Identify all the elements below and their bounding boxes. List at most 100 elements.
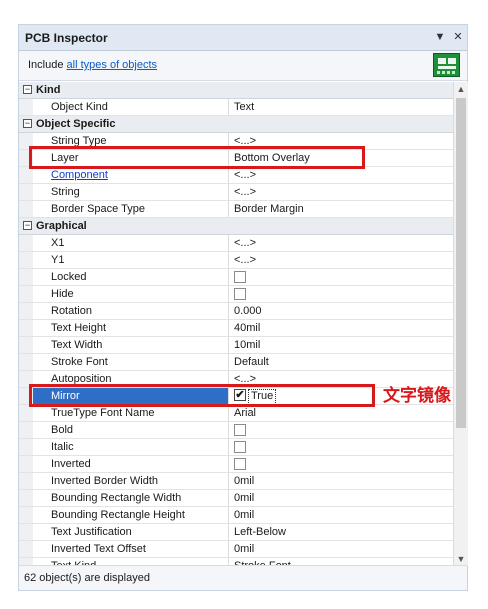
group-header[interactable]: − Object Specific [19, 116, 453, 133]
property-row[interactable]: Italic [19, 439, 453, 456]
property-checkbox[interactable] [234, 424, 246, 436]
property-value[interactable]: <...> [230, 167, 453, 183]
pin-dropdown-icon[interactable]: ▼ [433, 30, 447, 44]
property-row[interactable]: Inverted Text Offset 0mil [19, 541, 453, 558]
property-value[interactable]: 0mil [230, 541, 453, 557]
property-name: String Type [33, 133, 229, 149]
property-name: Hide [33, 286, 229, 302]
property-name: Bounding Rectangle Height [33, 507, 229, 523]
property-row[interactable]: String <...> [19, 184, 453, 201]
property-row[interactable]: Object Kind Text [19, 99, 453, 116]
property-name: Text Width [33, 337, 229, 353]
include-label: Include all types of objects [28, 59, 158, 71]
property-name: Bounding Rectangle Width [33, 490, 229, 506]
property-row[interactable]: Y1 <...> [19, 252, 453, 269]
row-gutter [19, 201, 33, 217]
row-gutter [19, 524, 33, 540]
close-icon[interactable]: ✕ [451, 30, 465, 44]
property-row[interactable]: Inverted Border Width 0mil [19, 473, 453, 490]
group-label: Kind [36, 84, 61, 96]
property-row[interactable]: Text Justification Left-Below [19, 524, 453, 541]
properties-grid: − Kind Object Kind Text − Object Specific Stri… [19, 82, 453, 566]
scroll-down-icon[interactable]: ▼ [454, 552, 468, 566]
row-gutter [19, 167, 33, 183]
property-name: Text Height [33, 320, 229, 336]
status-bar: 62 object(s) are displayed [19, 565, 467, 590]
property-row[interactable]: Text Width 10mil [19, 337, 453, 354]
property-value[interactable]: <...> [230, 235, 453, 251]
property-row[interactable]: TrueType Font Name Arial [19, 405, 453, 422]
row-gutter [19, 371, 33, 387]
property-row[interactable]: String Type <...> [19, 133, 453, 150]
row-gutter [19, 252, 33, 268]
property-row[interactable]: Stroke Font Default [19, 354, 453, 371]
property-checkbox[interactable] [234, 271, 246, 283]
property-row[interactable]: Locked [19, 269, 453, 286]
collapse-toggle-icon[interactable]: − [23, 221, 32, 230]
property-name: Y1 [33, 252, 229, 268]
property-value[interactable]: 0mil [230, 473, 453, 489]
property-row[interactable]: X1 <...> [19, 235, 453, 252]
property-name: Italic [33, 439, 229, 455]
pcb-board-icon[interactable] [433, 53, 460, 77]
vertical-scrollbar[interactable]: ▲ ▼ [453, 82, 468, 566]
property-row[interactable]: Text Height 40mil [19, 320, 453, 337]
scroll-thumb[interactable] [456, 98, 466, 428]
scroll-up-icon[interactable]: ▲ [454, 82, 468, 96]
mirror-checkbox[interactable]: ✔ [234, 389, 246, 401]
property-value[interactable]: Arial [230, 405, 453, 421]
all-types-link[interactable]: all types of objects [67, 59, 158, 71]
row-gutter [19, 184, 33, 200]
property-name: Inverted Text Offset [33, 541, 229, 557]
row-gutter [19, 235, 33, 251]
property-checkbox[interactable] [234, 441, 246, 453]
property-name: Autoposition [33, 371, 229, 387]
property-row[interactable]: Bold [19, 422, 453, 439]
property-value[interactable]: 0.000 [230, 303, 453, 319]
status-text: 62 object(s) are displayed [24, 572, 150, 584]
property-value[interactable]: 40mil [230, 320, 453, 336]
property-value[interactable]: <...> [230, 133, 453, 149]
collapse-toggle-icon[interactable]: − [23, 85, 32, 94]
property-value[interactable]: Border Margin [230, 201, 453, 217]
property-value[interactable]: 0mil [230, 507, 453, 523]
property-value[interactable]: Default [230, 354, 453, 370]
property-row[interactable]: Rotation 0.000 [19, 303, 453, 320]
property-row[interactable]: Bounding Rectangle Height 0mil [19, 507, 453, 524]
property-value[interactable]: 0mil [230, 490, 453, 506]
row-gutter [19, 337, 33, 353]
property-name: String [33, 184, 229, 200]
property-name: Layer [33, 150, 229, 166]
property-value[interactable]: 10mil [230, 337, 453, 353]
property-checkbox[interactable] [234, 458, 246, 470]
property-value[interactable]: Left-Below [230, 524, 453, 540]
row-gutter [19, 405, 33, 421]
property-value[interactable]: <...> [230, 252, 453, 268]
property-row[interactable]: Inverted [19, 456, 453, 473]
property-value[interactable]: Bottom Overlay [230, 150, 453, 166]
property-name[interactable]: Component [33, 167, 229, 183]
collapse-toggle-icon[interactable]: − [23, 119, 32, 128]
property-row[interactable]: Component <...> [19, 167, 453, 184]
include-filter-bar: Include all types of objects [19, 51, 467, 81]
property-checkbox[interactable] [234, 288, 246, 300]
group-header[interactable]: − Kind [19, 82, 453, 99]
row-gutter [19, 303, 33, 319]
row-gutter [19, 490, 33, 506]
row-gutter [19, 507, 33, 523]
property-name: Stroke Font [33, 354, 229, 370]
property-value[interactable]: Text [230, 99, 453, 115]
property-row[interactable]: Border Space Type Border Margin [19, 201, 453, 218]
property-name: Text Justification [33, 524, 229, 540]
property-name: Rotation [33, 303, 229, 319]
group-header[interactable]: − Graphical [19, 218, 453, 235]
property-value[interactable]: <...> [230, 184, 453, 200]
property-name: TrueType Font Name [33, 405, 229, 421]
property-row[interactable]: Hide [19, 286, 453, 303]
property-row[interactable]: Bounding Rectangle Width 0mil [19, 490, 453, 507]
group-label: Object Specific [36, 118, 116, 130]
property-row[interactable]: Layer Bottom Overlay [19, 150, 453, 167]
property-name: Bold [33, 422, 229, 438]
row-gutter [19, 456, 33, 472]
group-label: Graphical [36, 220, 87, 232]
